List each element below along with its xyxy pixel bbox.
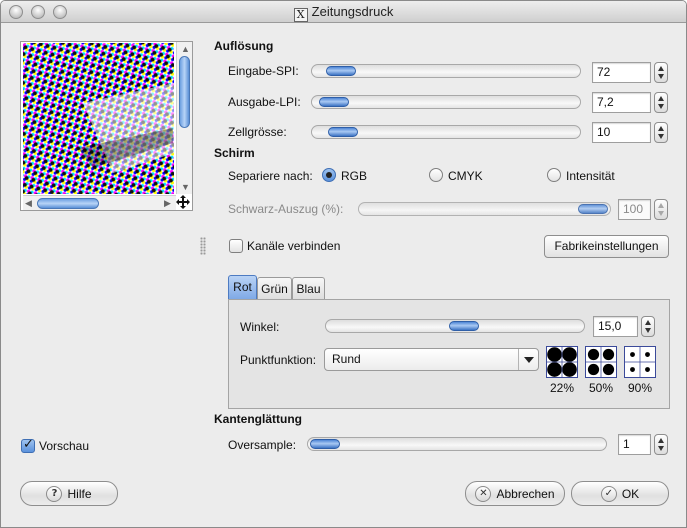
input-spi-slider-knob[interactable]: [325, 66, 356, 76]
radio-intensity-label[interactable]: Intensität: [566, 169, 615, 183]
vertical-scroll-thumb[interactable]: [179, 56, 190, 128]
spot-preview-90-label: 90%: [627, 381, 653, 395]
help-button[interactable]: ? Hilfe: [20, 481, 118, 506]
factory-defaults-button[interactable]: Fabrikeinstellungen: [544, 235, 669, 258]
radio-intensity[interactable]: [547, 168, 561, 182]
cell-size-slider-knob[interactable]: [328, 127, 359, 137]
halftone-dialog: X Zeitungsdruck ▲ ▼ ◀ ▶ Auflösung Eingab…: [0, 0, 687, 528]
window-title-area: X Zeitungsdruck: [1, 4, 686, 22]
spot-function-select[interactable]: Rund: [324, 348, 539, 371]
ok-button[interactable]: ✓ OK: [571, 481, 669, 506]
spot-function-value: Rund: [332, 352, 361, 366]
angle-label: Winkel:: [240, 320, 280, 334]
radio-cmyk-label[interactable]: CMYK: [448, 169, 483, 183]
radio-rgb-label[interactable]: RGB: [341, 169, 367, 183]
input-spi-label: Eingabe-SPI:: [228, 64, 299, 78]
preview-image: [23, 43, 174, 194]
cancel-button-label: Abbrechen: [496, 486, 555, 501]
separate-by-label: Separiere nach:: [228, 169, 313, 183]
spot-preview-50-label: 50%: [588, 381, 614, 395]
pane-resize-grip[interactable]: [200, 237, 206, 255]
output-lpi-stepper[interactable]: [654, 92, 668, 113]
cancel-button[interactable]: ✕ Abbrechen: [465, 481, 565, 506]
spot-preview-22-label: 22%: [549, 381, 575, 395]
preview-vertical-scrollbar[interactable]: ▲ ▼: [176, 42, 192, 194]
antialias-heading: Kantenglättung: [214, 412, 302, 426]
black-pullout-label: Schwarz-Auszug (%):: [228, 202, 344, 216]
angle-slider-knob[interactable]: [448, 321, 479, 331]
angle-slider[interactable]: [325, 319, 585, 333]
spot-preview-22-icon: [546, 346, 578, 378]
angle-stepper[interactable]: [641, 316, 655, 337]
cell-size-stepper[interactable]: [654, 122, 668, 143]
scroll-left-icon[interactable]: ◀: [25, 198, 32, 208]
tab-blue[interactable]: Blau: [292, 277, 325, 299]
radio-rgb[interactable]: [322, 168, 336, 182]
question-icon: ?: [46, 485, 63, 502]
cell-size-label: Zellgrösse:: [228, 125, 287, 139]
output-lpi-field[interactable]: 7,2: [592, 92, 651, 113]
tab-red[interactable]: Rot: [228, 275, 257, 299]
link-channels-label[interactable]: Kanäle verbinden: [247, 239, 340, 253]
title-bar: X Zeitungsdruck: [1, 1, 686, 23]
tab-green[interactable]: Grün: [257, 277, 292, 299]
chevron-down-icon: [518, 349, 538, 370]
radio-cmyk[interactable]: [429, 168, 443, 182]
screen-heading: Schirm: [214, 146, 255, 160]
link-channels-checkbox[interactable]: [229, 239, 243, 253]
output-lpi-slider[interactable]: [311, 95, 581, 109]
input-spi-slider[interactable]: [311, 64, 581, 78]
oversample-slider[interactable]: [307, 437, 607, 451]
output-lpi-label: Ausgabe-LPI:: [228, 95, 301, 109]
black-pullout-slider-knob[interactable]: [578, 204, 608, 214]
ok-button-label: OK: [621, 486, 640, 501]
preview-checkbox[interactable]: [21, 437, 35, 453]
oversample-slider-knob[interactable]: [310, 439, 340, 449]
spot-function-label: Punktfunktion:: [240, 353, 317, 367]
black-pullout-stepper[interactable]: [654, 199, 668, 220]
horizontal-scroll-thumb[interactable]: [37, 198, 99, 209]
output-lpi-slider-knob[interactable]: [318, 97, 349, 107]
angle-field[interactable]: 15,0: [593, 316, 638, 337]
move-cross-icon[interactable]: [176, 195, 190, 209]
preview-area[interactable]: ▲ ▼ ◀ ▶: [20, 41, 193, 211]
black-pullout-slider[interactable]: [358, 202, 611, 216]
window-title: Zeitungsdruck: [311, 4, 394, 19]
scroll-right-icon[interactable]: ▶: [164, 198, 171, 208]
oversample-label: Oversample:: [228, 438, 297, 452]
oversample-stepper[interactable]: [654, 434, 668, 455]
preview-label[interactable]: Vorschau: [39, 439, 89, 453]
resolution-heading: Auflösung: [214, 39, 274, 53]
scroll-up-icon[interactable]: ▲: [181, 44, 190, 54]
oversample-field[interactable]: 1: [618, 434, 651, 455]
cell-size-slider[interactable]: [311, 125, 581, 139]
scroll-down-icon[interactable]: ▼: [181, 182, 190, 192]
help-button-label: Hilfe: [67, 486, 92, 501]
input-spi-field[interactable]: 72: [592, 62, 651, 83]
input-spi-stepper[interactable]: [654, 62, 668, 83]
preview-horizontal-scrollbar[interactable]: ◀ ▶: [23, 195, 176, 210]
spot-preview-50-icon: [585, 346, 617, 378]
black-pullout-field[interactable]: 100: [618, 199, 651, 220]
cell-size-field[interactable]: 10: [592, 122, 651, 143]
checkmark-icon: ✓: [600, 485, 617, 502]
cancel-x-icon: ✕: [475, 485, 492, 502]
x11-app-icon: X: [293, 8, 308, 22]
spot-preview-90-icon: [624, 346, 656, 378]
